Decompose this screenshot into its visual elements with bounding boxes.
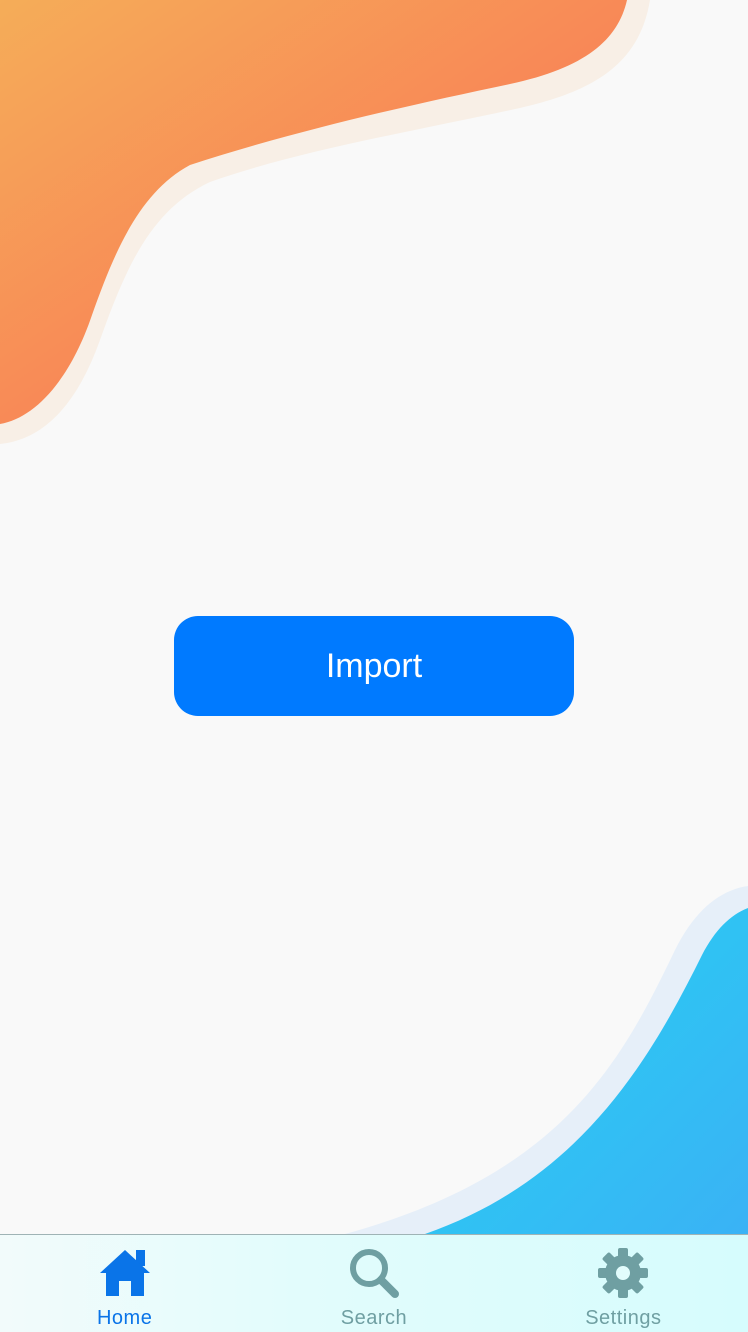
- tab-home-label: Home: [96, 1307, 153, 1329]
- import-button[interactable]: Import: [174, 616, 574, 716]
- tab-search[interactable]: Search: [249, 1235, 498, 1332]
- home-icon: [97, 1245, 153, 1301]
- search-icon: [346, 1245, 402, 1301]
- tab-search-label: Search: [340, 1307, 408, 1329]
- tab-settings-label: Settings: [585, 1307, 662, 1329]
- app-screen: Import Home Search Settings: [0, 0, 748, 1332]
- tab-settings[interactable]: Settings: [499, 1235, 748, 1332]
- tab-bar: Home Search Settings: [0, 1234, 748, 1332]
- gear-icon: [595, 1245, 651, 1301]
- tab-home[interactable]: Home: [0, 1235, 249, 1332]
